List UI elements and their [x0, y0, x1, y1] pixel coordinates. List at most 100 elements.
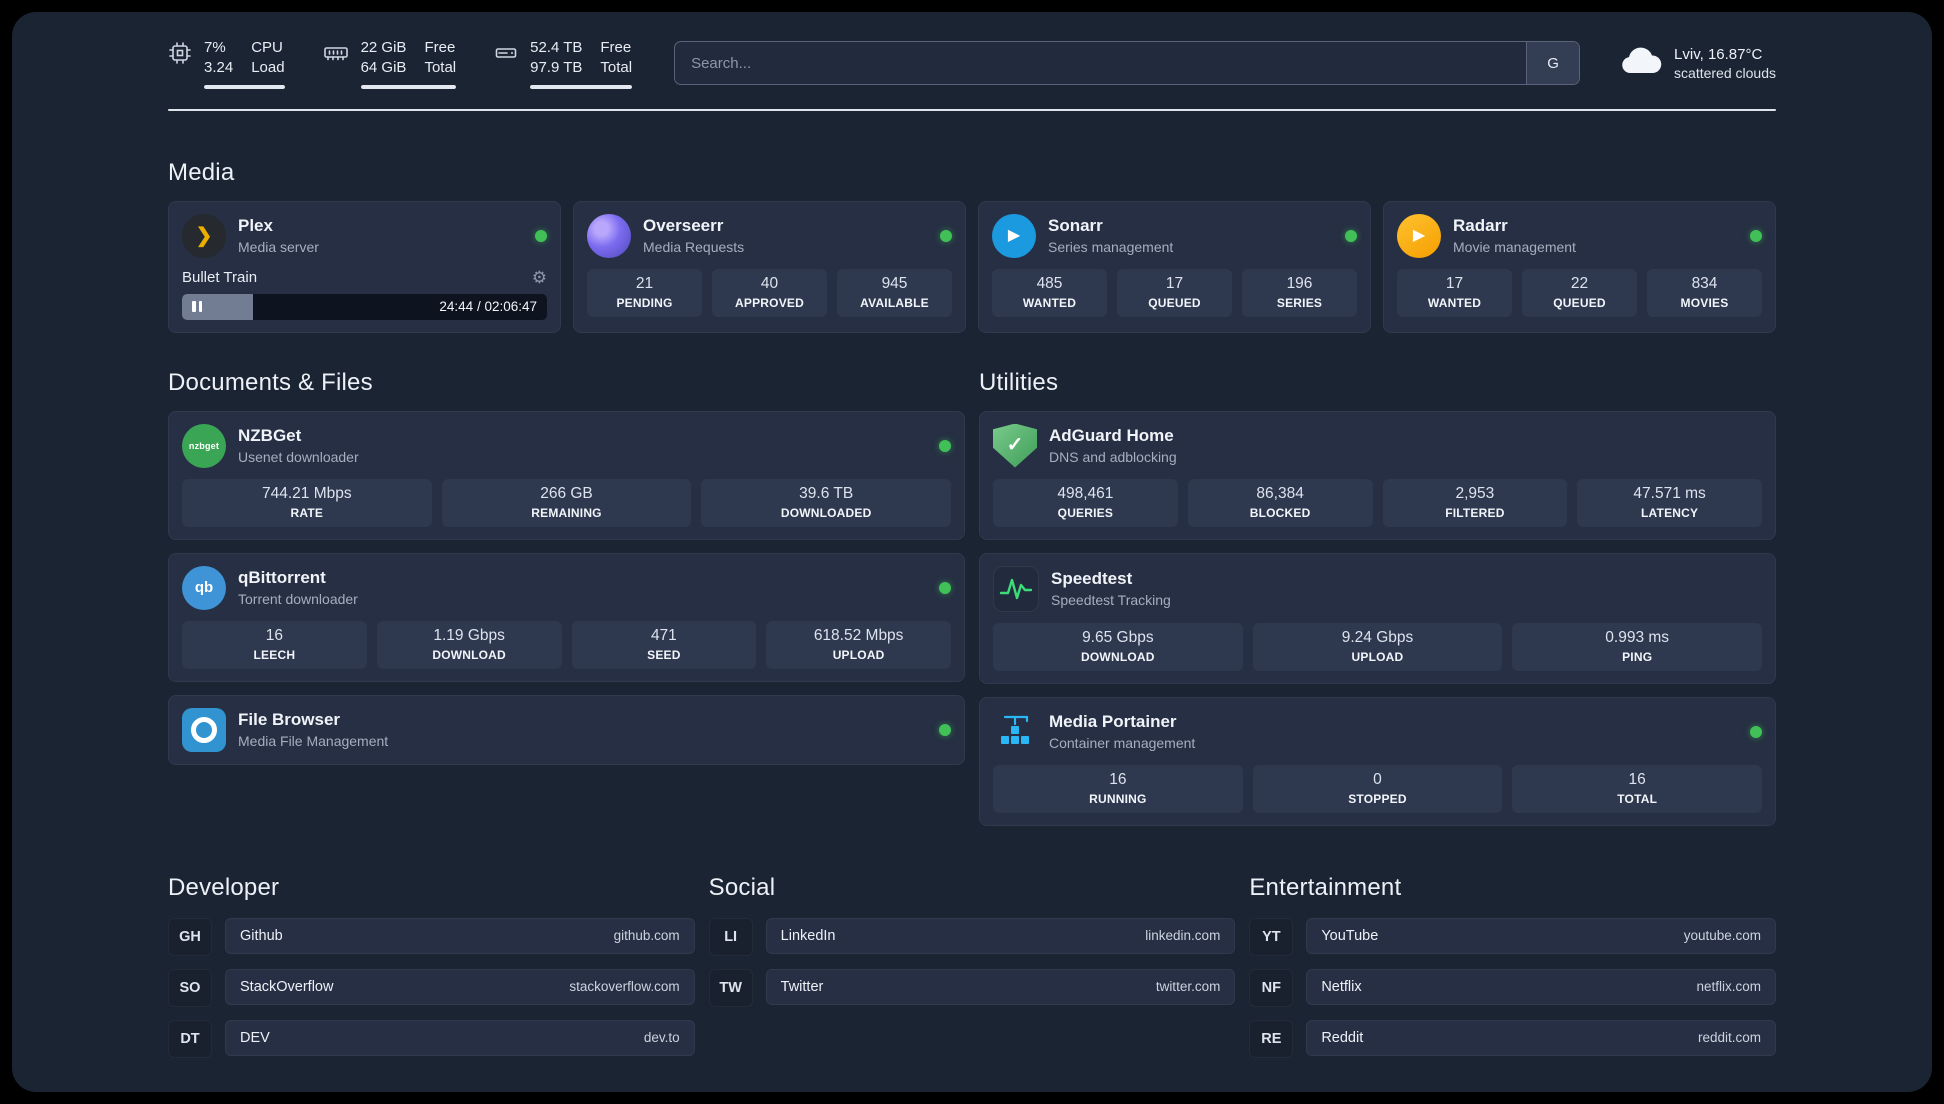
- cpu-load-label: Load: [251, 59, 285, 77]
- system-metrics: 7% 3.24 CPU Load 22 GiB 64 GiB Free Tota…: [168, 38, 633, 89]
- cloud-icon: [1620, 46, 1662, 81]
- app-card-speedtest[interactable]: Speedtest Speedtest Tracking 9.65 Gbps D…: [979, 552, 1776, 684]
- stat-tile: 2,953 FILTERED: [1382, 478, 1568, 527]
- status-dot: [1750, 725, 1762, 738]
- app-card-plex[interactable]: ❯ Plex Media server Bullet Train ⚙ 24:44…: [168, 200, 561, 333]
- link-row-linkedin: LI LinkedIn linkedin.com: [708, 917, 1236, 956]
- gear-icon[interactable]: ⚙: [532, 269, 547, 286]
- section-title-developer: Developer: [168, 873, 280, 901]
- disk-metric: 52.4 TB 97.9 TB Free Total: [494, 38, 633, 89]
- stat-tile: 0.993 ms PING: [1512, 622, 1762, 671]
- app-name: AdGuard Home: [1049, 426, 1174, 446]
- developer-section: GH Github github.com SO StackOverflow st…: [168, 917, 695, 1058]
- cpu-usage-bar: [204, 84, 285, 89]
- now-playing-title: Bullet Train: [182, 268, 258, 286]
- sonarr-icon: ▶: [992, 213, 1036, 258]
- stat-tile: 47.571 ms LATENCY: [1577, 478, 1762, 527]
- app-desc: Media File Management: [238, 732, 389, 749]
- github-link[interactable]: Github github.com: [225, 917, 695, 954]
- reddit-badge: RE: [1249, 1019, 1294, 1058]
- netflix-link[interactable]: Netflix netflix.com: [1306, 968, 1776, 1005]
- stat-tile: 834 MOVIES: [1647, 268, 1762, 317]
- stat-tile: 485 WANTED: [992, 268, 1107, 317]
- dev-link[interactable]: DEV dev.to: [225, 1019, 695, 1056]
- disk-free-label: Free: [600, 39, 632, 56]
- app-name: Speedtest: [1051, 569, 1133, 589]
- cpu-icon: [168, 38, 192, 65]
- stat-tile: 471 SEED: [571, 620, 757, 669]
- app-name: Sonarr: [1048, 216, 1103, 236]
- entertainment-section: YT YouTube youtube.com NF Netflix netfli…: [1249, 917, 1776, 1058]
- plex-icon: ❯: [182, 213, 226, 258]
- filebrowser-icon: [182, 707, 226, 752]
- speedtest-icon: [993, 565, 1039, 612]
- cpu-label: CPU: [251, 39, 283, 56]
- ram-total-label: Total: [424, 59, 457, 77]
- stat-tile: 9.24 Gbps UPLOAD: [1252, 622, 1503, 671]
- section-title-media: Media: [168, 158, 235, 186]
- reddit-link[interactable]: Reddit reddit.com: [1306, 1019, 1776, 1056]
- link-row-twitter: TW Twitter twitter.com: [708, 968, 1236, 1007]
- app-card-adguard[interactable]: ✓ AdGuard Home DNS and adblocking 498,46…: [979, 410, 1776, 540]
- app-name: NZBGet: [238, 426, 302, 446]
- app-card-filebrowser[interactable]: File Browser Media File Management: [168, 694, 965, 765]
- search-engine-button[interactable]: G: [1526, 42, 1580, 85]
- portainer-icon: [993, 710, 1037, 754]
- app-card-nzbget[interactable]: nzbget NZBGet Usenet downloader 744.21 M…: [168, 410, 965, 540]
- stat-tile: 1.19 Gbps DOWNLOAD: [376, 620, 562, 669]
- top-bar: 7% 3.24 CPU Load 22 GiB 64 GiB Free Tota…: [168, 38, 1776, 89]
- search-input[interactable]: [675, 42, 1527, 85]
- playback-time: 24:44 / 02:06:47: [439, 299, 537, 314]
- stackoverflow-link[interactable]: StackOverflow stackoverflow.com: [225, 968, 695, 1005]
- status-dot: [535, 229, 547, 242]
- stat-tile: 9.65 Gbps DOWNLOAD: [993, 622, 1243, 671]
- app-card-portainer[interactable]: Media Portainer Container management 16 …: [979, 696, 1776, 826]
- overseerr-icon: [587, 213, 631, 258]
- weather-location: Lviv, 16.87°C: [1674, 45, 1763, 63]
- stat-tile: 17 WANTED: [1397, 268, 1512, 317]
- stat-tile: 196 SERIES: [1242, 268, 1357, 317]
- disk-free-value: 52.4 TB: [530, 39, 583, 56]
- section-title-social: Social: [708, 873, 776, 901]
- stat-tile: 945 AVAILABLE: [837, 268, 952, 317]
- utilities-section: ✓ AdGuard Home DNS and adblocking 498,46…: [979, 410, 1776, 826]
- app-desc: DNS and adblocking: [1049, 448, 1177, 465]
- playback-progress-bar[interactable]: 24:44 / 02:06:47: [182, 293, 547, 320]
- linkedin-link[interactable]: LinkedIn linkedin.com: [765, 917, 1236, 954]
- youtube-badge: YT: [1249, 917, 1294, 956]
- app-card-sonarr[interactable]: ▶ Sonarr Series management 485 WANTED 17…: [978, 200, 1371, 333]
- weather-widget: Lviv, 16.87°C scattered clouds: [1620, 46, 1776, 81]
- app-name: Overseerr: [643, 216, 724, 236]
- app-card-overseerr[interactable]: Overseerr Media Requests 21 PENDING 40 A…: [573, 200, 966, 333]
- link-row-reddit: RE Reddit reddit.com: [1249, 1019, 1776, 1058]
- app-name: File Browser: [238, 710, 341, 730]
- disk-icon: [494, 38, 518, 65]
- app-desc: Speedtest Tracking: [1051, 591, 1171, 608]
- nzbget-icon: nzbget: [182, 423, 226, 468]
- section-title-utilities: Utilities: [979, 368, 1059, 396]
- ram-free-label: Free: [424, 39, 456, 56]
- social-section: LI LinkedIn linkedin.com TW Twitter twit…: [708, 917, 1236, 1007]
- twitter-link[interactable]: Twitter twitter.com: [765, 968, 1236, 1005]
- ram-icon: [323, 38, 349, 65]
- status-dot: [940, 229, 952, 242]
- app-card-qbittorrent[interactable]: qb qBittorrent Torrent downloader 16 LEE…: [168, 552, 965, 682]
- app-desc: Container management: [1049, 734, 1196, 751]
- stat-tile: 0 STOPPED: [1252, 764, 1503, 813]
- disk-total-value: 97.9 TB: [530, 59, 583, 77]
- stackoverflow-badge: SO: [168, 968, 212, 1007]
- link-row-dev: DT DEV dev.to: [168, 1019, 695, 1058]
- ram-total-value: 64 GiB: [360, 59, 407, 77]
- stat-tile: 22 QUEUED: [1522, 268, 1637, 317]
- netflix-badge: NF: [1249, 968, 1294, 1007]
- pause-icon[interactable]: [192, 301, 202, 312]
- weather-condition: scattered clouds: [1674, 64, 1776, 81]
- twitter-badge: TW: [708, 968, 753, 1007]
- github-badge: GH: [168, 917, 212, 956]
- app-desc: Torrent downloader: [238, 590, 358, 607]
- youtube-link[interactable]: YouTube youtube.com: [1306, 917, 1776, 954]
- documents-section: nzbget NZBGet Usenet downloader 744.21 M…: [168, 410, 965, 765]
- section-title-entertainment: Entertainment: [1249, 873, 1402, 901]
- app-card-radarr[interactable]: ▶ Radarr Movie management 17 WANTED 22 Q…: [1383, 200, 1776, 333]
- disk-total-label: Total: [600, 59, 633, 77]
